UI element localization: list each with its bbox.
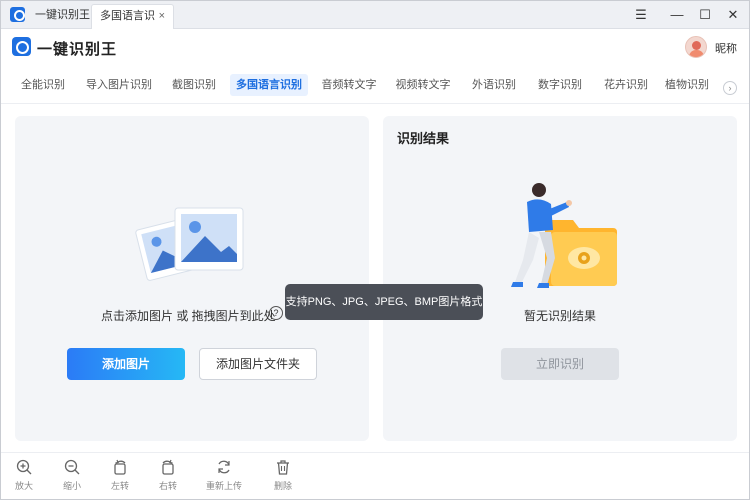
zoom-in-label: 放大 — [14, 481, 33, 491]
tab-close-icon[interactable]: × — [159, 5, 165, 27]
maximize-icon[interactable]: ☐ — [695, 5, 715, 25]
app-window: 一键识别王 多国语言识别 × ☰ — ☐ ✕ 一键识别王 昵称 全能识别 导入图… — [0, 0, 750, 500]
upload-area[interactable]: 点击添加图片 或 拖拽图片到此处 ? 添加图片 添加图片文件夹 — [15, 116, 369, 441]
tab-video-to-text[interactable]: 视频转文字 — [393, 74, 453, 96]
rotate-left-label: 左转 — [110, 481, 129, 491]
tab-screenshot[interactable]: 截图识别 — [167, 74, 221, 96]
rotate-right-icon — [162, 459, 174, 475]
avatar[interactable] — [685, 36, 707, 58]
reupload-icon — [218, 460, 230, 474]
user-nickname[interactable]: 昵称 — [715, 40, 737, 56]
app-logo-icon — [10, 7, 25, 22]
app-header: 一键识别王 昵称 — [1, 29, 749, 67]
bottom-toolbar: 放大 缩小 左转 右转 重新上传 删除 — [1, 452, 749, 499]
rotate-right-label: 右转 — [158, 481, 177, 491]
delete-button[interactable]: 删除 — [265, 459, 301, 492]
zoom-in-button[interactable]: 放大 — [6, 459, 42, 492]
tab-audio-to-text[interactable]: 音频转文字 — [319, 74, 379, 96]
zoom-in-icon — [16, 459, 32, 475]
result-title: 识别结果 — [397, 131, 450, 146]
format-tooltip: 支持PNG、JPG、JPEG、BMP图片格式 — [285, 284, 483, 320]
minimize-icon[interactable]: — — [667, 5, 687, 25]
tab-plant-recognition[interactable]: 植物识别 — [665, 74, 711, 96]
reupload-label: 重新上传 — [206, 481, 243, 491]
tab-universal-recognition[interactable]: 全能识别 — [15, 74, 71, 96]
feature-tabs: 全能识别 导入图片识别 截图识别 多国语言识别 音频转文字 视频转文字 外语识别… — [1, 67, 749, 104]
title-bar: 一键识别王 多国语言识别 × ☰ — ☐ ✕ — [1, 1, 749, 44]
close-window-icon[interactable]: ✕ — [723, 5, 743, 25]
recognize-now-button[interactable]: 立即识别 — [501, 348, 619, 380]
add-image-button[interactable]: 添加图片 — [67, 348, 185, 380]
tab-flower-recognition[interactable]: 花卉识别 — [599, 74, 653, 96]
reupload-button[interactable]: 重新上传 — [206, 459, 242, 492]
tab-home[interactable]: 一键识别王 — [27, 4, 98, 29]
chevron-right-icon[interactable]: › — [723, 81, 737, 95]
image-placeholder-icon — [135, 207, 244, 281]
tab-foreign-language[interactable]: 外语识别 — [467, 74, 521, 96]
header-logo-icon — [12, 37, 31, 56]
help-icon[interactable]: ? — [269, 306, 283, 320]
zoom-out-button[interactable]: 缩小 — [54, 459, 90, 492]
menu-icon[interactable]: ☰ — [631, 5, 651, 25]
app-name: 一键识别王 — [37, 41, 118, 58]
result-panel: 识别结果 暂无识别结果 立即识别 — [383, 116, 737, 441]
rotate-left-button[interactable]: 左转 — [102, 459, 138, 492]
delete-label: 删除 — [273, 481, 292, 491]
upload-hint: 点击添加图片 或 拖拽图片到此处 — [101, 309, 276, 323]
rotate-left-icon — [114, 459, 126, 475]
tab-multilingual[interactable]: 多国语言识别 × — [91, 4, 174, 44]
zoom-out-label: 缩小 — [62, 481, 81, 491]
zoom-out-icon — [64, 459, 80, 475]
add-image-folder-button[interactable]: 添加图片文件夹 — [199, 348, 317, 380]
trash-icon — [277, 460, 289, 475]
tab-multilingual-recognition[interactable]: 多国语言识别 — [230, 74, 308, 96]
rotate-right-button[interactable]: 右转 — [150, 459, 186, 492]
tab-digit-recognition[interactable]: 数字识别 — [533, 74, 587, 96]
empty-result-illustration — [511, 183, 617, 288]
tab-import-image[interactable]: 导入图片识别 — [85, 74, 153, 96]
